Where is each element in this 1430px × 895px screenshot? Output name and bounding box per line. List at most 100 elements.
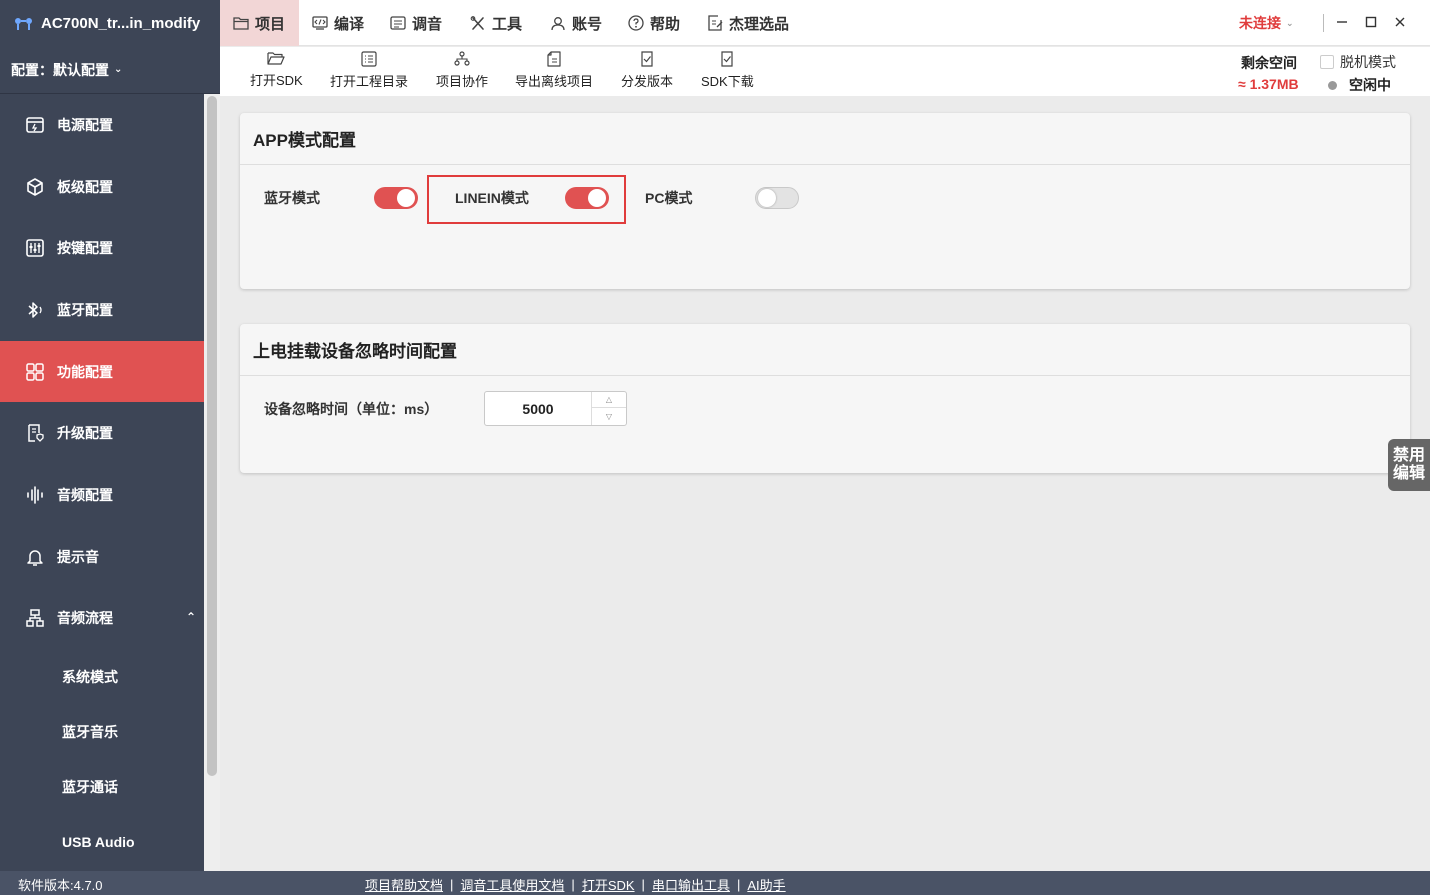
disable-edit-button[interactable]: 禁用 编辑 bbox=[1388, 439, 1430, 491]
menu-tuning[interactable]: 调音 bbox=[390, 0, 442, 46]
menu-label: 调音 bbox=[412, 15, 443, 33]
help-links: 项目帮助文档 | 调音工具使用文档 | 打开SDK | 串口输出工具 | AI助… bbox=[365, 875, 786, 894]
toolbar-label: SDK下载 bbox=[701, 74, 754, 89]
pc-mode-toggle[interactable] bbox=[755, 187, 799, 209]
bt-mode-toggle[interactable] bbox=[374, 187, 418, 209]
menu-label: 项目 bbox=[255, 15, 286, 33]
sidebar-item-function[interactable]: 功能配置 bbox=[0, 340, 204, 403]
select-icon bbox=[708, 15, 723, 31]
chevron-down-icon[interactable]: ▽ bbox=[592, 408, 626, 424]
sidebar-subitem-bt-call[interactable]: 蓝牙通话 bbox=[0, 759, 204, 814]
sidebar-item-bluetooth[interactable]: 蓝牙配置 bbox=[0, 279, 204, 341]
offline-mode-checkbox[interactable]: 脱机模式 bbox=[1320, 52, 1396, 72]
ignore-time-label: 设备忽略时间（单位：ms） bbox=[264, 401, 439, 417]
status-dot-icon bbox=[1328, 80, 1337, 90]
sidebar-item-label: 板级配置 bbox=[57, 178, 113, 195]
download-doc-icon bbox=[721, 51, 733, 67]
app-title: AC700N_tr...in_modify bbox=[41, 14, 201, 32]
connection-status-label: 未连接 bbox=[1239, 15, 1281, 31]
link-separator: | bbox=[450, 877, 454, 892]
link-tuning-doc[interactable]: 调音工具使用文档 bbox=[460, 875, 564, 894]
bluetooth-icon bbox=[24, 299, 46, 321]
sidebar-subitem-system-mode[interactable]: 系统模式 bbox=[0, 649, 204, 704]
export-doc-icon bbox=[547, 51, 561, 67]
config-selector[interactable]: 配置：默认配置 ⌄ bbox=[0, 46, 220, 94]
linein-mode-label: LINEIN模式 bbox=[455, 190, 529, 206]
sidebar-subitem-bt-music[interactable]: 蓝牙音乐 bbox=[0, 704, 204, 759]
app-logo-icon bbox=[15, 18, 32, 30]
sidebar-item-board[interactable]: 板级配置 bbox=[0, 156, 204, 218]
menu-label: 帮助 bbox=[650, 15, 681, 33]
ignore-time-spinbox[interactable]: △ ▽ bbox=[484, 391, 627, 426]
idle-status-label: 空闲中 bbox=[1349, 77, 1391, 93]
app-mode-panel: APP模式配置 蓝牙模式 LINEIN模式 PC模式 bbox=[240, 113, 1410, 289]
cube-icon bbox=[24, 176, 46, 198]
toolbar-label: 打开SDK bbox=[250, 73, 303, 88]
divider bbox=[1323, 14, 1324, 32]
sidebar-item-power[interactable]: 电源配置 bbox=[0, 94, 204, 156]
link-separator: | bbox=[736, 877, 741, 892]
sidebar-item-audio-flow[interactable]: 音频流程 ⌃ bbox=[0, 588, 204, 650]
project-collab-button[interactable]: 项目协作 bbox=[436, 51, 488, 90]
help-icon bbox=[628, 15, 644, 31]
distribute-version-button[interactable]: 分发版本 bbox=[621, 51, 673, 90]
sidebar-item-upgrade[interactable]: 升级配置 bbox=[0, 402, 204, 464]
checkbox-box[interactable] bbox=[1320, 55, 1334, 69]
spin-arrows: △ ▽ bbox=[591, 392, 626, 425]
connection-status[interactable]: 未连接 ⌄ bbox=[1239, 0, 1294, 46]
folder-icon bbox=[233, 16, 249, 30]
maximize-icon[interactable] bbox=[1359, 10, 1383, 34]
chevron-up-icon[interactable]: ⌃ bbox=[186, 610, 196, 624]
bt-mode-label: 蓝牙模式 bbox=[264, 190, 320, 206]
tools-icon bbox=[470, 15, 486, 31]
open-project-dir-button[interactable]: 打开工程目录 bbox=[330, 51, 408, 90]
menu-label: 工具 bbox=[492, 15, 523, 33]
sidebar-item-keys[interactable]: 按键配置 bbox=[0, 217, 204, 279]
scrollbar-thumb[interactable] bbox=[207, 96, 217, 776]
sidebar: AC700N_tr...in_modify 配置：默认配置 ⌄ 电源配置 板级配… bbox=[0, 0, 220, 871]
flow-icon bbox=[24, 607, 46, 629]
list-doc-icon bbox=[361, 51, 377, 67]
ignore-time-input[interactable] bbox=[485, 392, 591, 425]
menu-project[interactable]: 项目 bbox=[220, 0, 299, 46]
link-ai-assistant[interactable]: AI助手 bbox=[747, 875, 785, 894]
sidebar-item-audio[interactable]: 音频配置 bbox=[0, 464, 204, 526]
sliders-icon bbox=[24, 237, 46, 259]
sidebar-item-label: 蓝牙配置 bbox=[57, 301, 113, 318]
sidebar-item-prompt-tone[interactable]: 提示音 bbox=[0, 526, 204, 588]
menu-compile[interactable]: 编译 bbox=[312, 0, 364, 46]
minimize-icon[interactable] bbox=[1330, 10, 1354, 34]
close-icon[interactable] bbox=[1388, 10, 1412, 34]
toggle-knob bbox=[758, 189, 776, 207]
chevron-down-icon: ⌄ bbox=[1286, 17, 1294, 28]
user-icon bbox=[550, 16, 566, 31]
menu-label: 编译 bbox=[334, 15, 365, 33]
menu-help[interactable]: 帮助 bbox=[628, 0, 680, 46]
collaboration-icon bbox=[454, 51, 470, 66]
link-open-sdk[interactable]: 打开SDK bbox=[582, 875, 635, 894]
software-version: 软件版本:4.7.0 bbox=[18, 878, 103, 893]
chevron-up-icon[interactable]: △ bbox=[592, 392, 626, 408]
link-project-help[interactable]: 项目帮助文档 bbox=[365, 875, 443, 894]
open-sdk-button[interactable]: 打开SDK bbox=[250, 51, 303, 89]
menu-bar: 项目 编译 调音 工具 账号 帮助 杰理选品 未连接 ⌄ bbox=[220, 0, 1430, 46]
sidebar-item-label: 升级配置 bbox=[57, 425, 113, 442]
remaining-space-value: ≈ 1.37MB bbox=[1238, 76, 1299, 92]
sidebar-scrollbar[interactable] bbox=[204, 94, 220, 871]
export-offline-button[interactable]: 导出离线项目 bbox=[515, 51, 593, 90]
link-serial-tool[interactable]: 串口输出工具 bbox=[652, 875, 730, 894]
toolbar-label: 分发版本 bbox=[621, 74, 674, 89]
remaining-space-label: 剩余空间 bbox=[1241, 55, 1297, 71]
tune-icon bbox=[390, 16, 406, 30]
status-bar: 软件版本:4.7.0 项目帮助文档 | 调音工具使用文档 | 打开SDK | 串… bbox=[0, 871, 1430, 895]
link-separator: | bbox=[641, 877, 645, 892]
float-button-line2: 编辑 bbox=[1392, 465, 1425, 482]
sidebar-subitem-usb-audio[interactable]: USB Audio bbox=[0, 814, 204, 869]
sdk-download-button[interactable]: SDK下载 bbox=[701, 51, 754, 90]
menu-tools[interactable]: 工具 bbox=[470, 0, 522, 46]
linein-mode-toggle[interactable] bbox=[565, 187, 609, 209]
menu-jieli-select[interactable]: 杰理选品 bbox=[708, 0, 789, 46]
idle-status: 空闲中 bbox=[1328, 75, 1391, 95]
menu-label: 账号 bbox=[572, 15, 603, 33]
menu-account[interactable]: 账号 bbox=[550, 0, 602, 46]
